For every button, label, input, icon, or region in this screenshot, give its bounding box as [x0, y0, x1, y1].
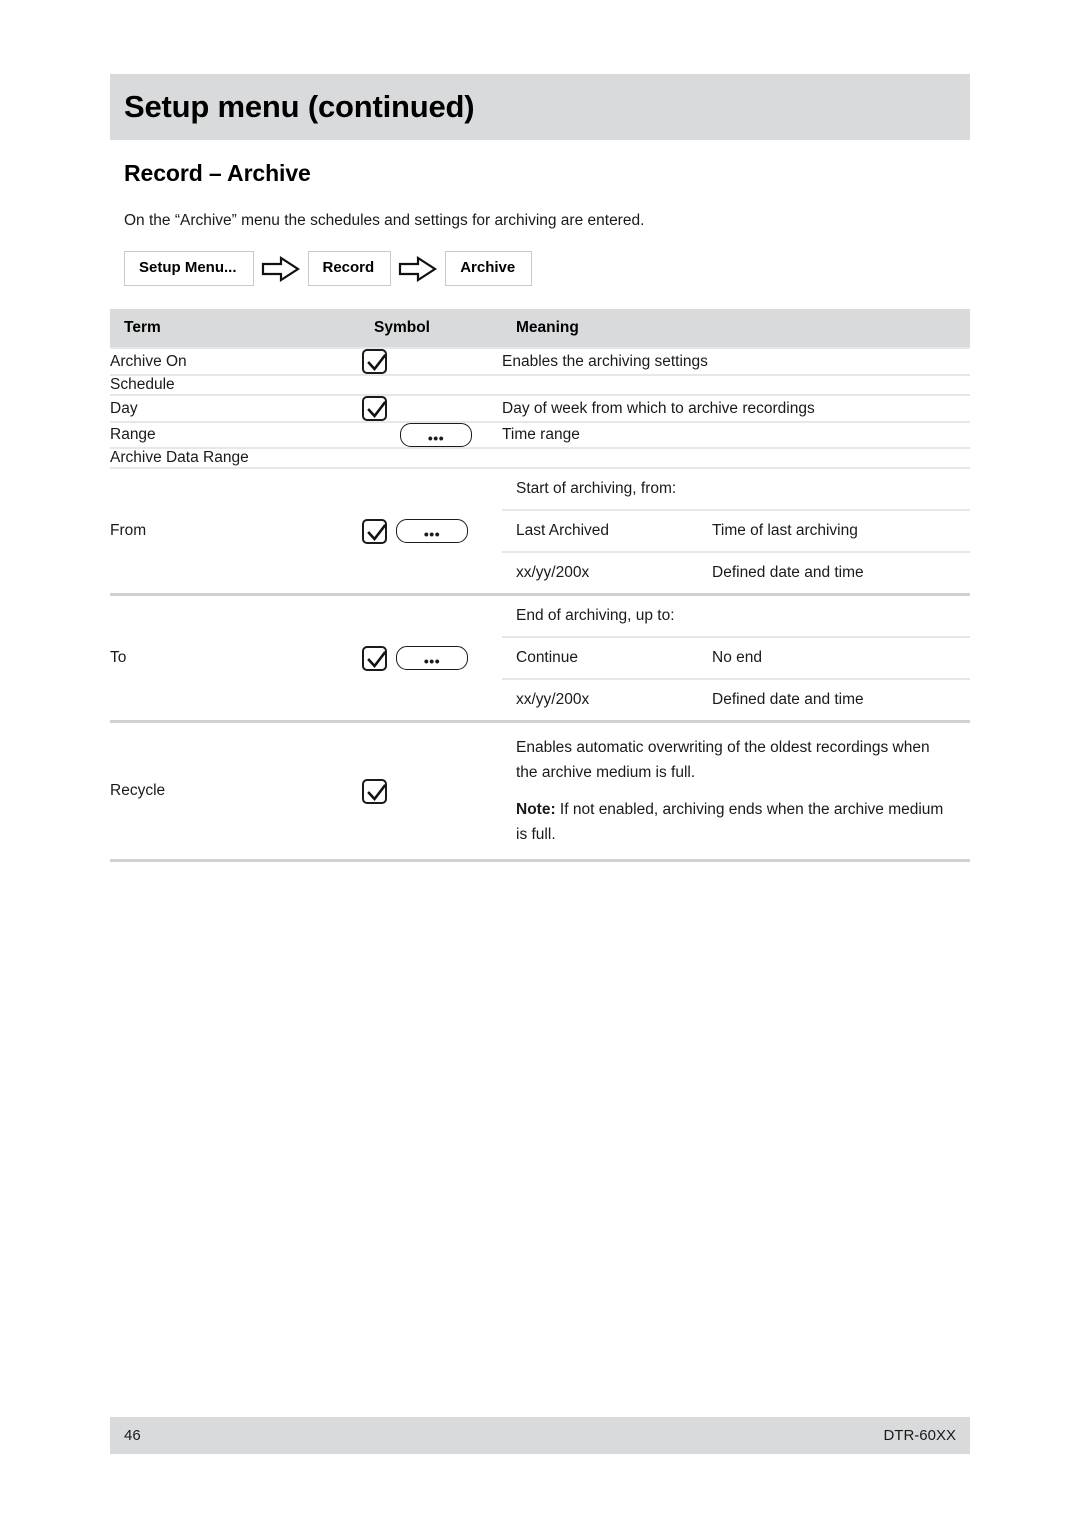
model-identifier: DTR-60XX [883, 1427, 956, 1444]
row-symbol: ••• [360, 422, 502, 449]
table-row: Schedule [110, 375, 970, 396]
subrow-value: End of archiving, up to: [502, 596, 971, 638]
row-symbol [360, 721, 502, 862]
row-symbol [360, 448, 502, 469]
column-header-term: Term [110, 309, 360, 349]
table-header-row: Term Symbol Meaning [110, 309, 970, 349]
row-term: Schedule [110, 375, 360, 396]
page-title: Setup menu (continued) [124, 89, 475, 124]
checkbox-checked-icon [362, 349, 387, 374]
subtable-row: xx/yy/200x Defined date and time [502, 552, 970, 593]
note-text: If not enabled, archiving ends when the … [516, 801, 944, 843]
checkbox-checked-icon [362, 645, 387, 671]
section-heading: Record – Archive [124, 160, 311, 186]
ellipsis-button-icon: ••• [396, 519, 468, 543]
row-meaning: End of archiving, up to: Continue No end… [502, 594, 971, 723]
subrow-value: xx/yy/200x [516, 691, 590, 708]
column-header-symbol: Symbol [360, 309, 502, 349]
row-symbol [360, 348, 502, 376]
settings-table: Term Symbol Meaning Archive On Enables t… [110, 309, 971, 862]
table-row: Day Day of week from which to archive re… [110, 395, 970, 423]
page-footer: 46 DTR-60XX [110, 1417, 970, 1454]
subrow-desc: Defined date and time [712, 564, 864, 581]
checkbox-checked-icon [362, 396, 387, 421]
checkbox-checked-icon [362, 778, 387, 804]
row-term: To [110, 594, 360, 723]
row-meaning: Day of week from which to archive record… [502, 395, 970, 423]
ellipsis-label: ••• [427, 430, 445, 446]
row-meaning: Start of archiving, from: Last Archived … [502, 468, 971, 596]
row-term: Range [110, 422, 360, 449]
meaning-note-paragraph: Note: If not enabled, archiving ends whe… [516, 797, 952, 847]
meaning-text-block: Enables automatic overwriting of the old… [502, 723, 970, 859]
row-term: Day [110, 395, 360, 423]
table-row: Recycle Enables automatic overwriting of… [110, 721, 970, 862]
subtable-row: End of archiving, up to: [502, 596, 971, 638]
row-term: Archive On [110, 348, 360, 376]
row-meaning: Enables automatic overwriting of the old… [502, 721, 970, 862]
right-arrow-icon [254, 252, 308, 286]
table-row: Range ••• Time range [110, 422, 970, 449]
row-symbol: ••• [360, 468, 502, 596]
subrow-desc: Defined date and time [712, 691, 864, 708]
page-header-band: Setup menu (continued) [110, 74, 970, 140]
page-number: 46 [124, 1427, 141, 1444]
subrow-value: Last Archived [502, 510, 698, 553]
subtable-row: Continue No end [502, 637, 971, 680]
section-intro-text: On the “Archive” menu the schedules and … [124, 212, 645, 229]
breadcrumb-item-archive[interactable]: Archive [445, 251, 533, 286]
row-meaning [502, 448, 970, 469]
breadcrumb-item-setup-menu[interactable]: Setup Menu... [124, 251, 254, 286]
subtable-row: Last Archived Time of last archiving [502, 510, 971, 553]
checkbox-checked-icon [362, 518, 387, 544]
row-symbol: ••• [360, 594, 502, 723]
subrow-value: Start of archiving, from: [502, 469, 971, 511]
ellipsis-button-icon: ••• [400, 423, 472, 447]
row-symbol [360, 395, 502, 423]
row-meaning [502, 375, 970, 396]
note-label: Note: [516, 801, 556, 818]
right-arrow-icon [391, 252, 445, 286]
meaning-subtable: Start of archiving, from: Last Archived … [502, 469, 971, 593]
breadcrumb: Setup Menu... Record Archive [124, 251, 533, 286]
meaning-subtable: End of archiving, up to: Continue No end… [502, 596, 971, 720]
subrow-desc: Time of last archiving [698, 510, 971, 553]
table-row: To ••• End of archiving, up to: Continue… [110, 594, 971, 723]
row-term: From [110, 468, 360, 596]
document-page: Setup menu (continued) Record – Archive … [110, 0, 971, 1532]
subrow-value: Continue [502, 637, 698, 680]
row-term: Recycle [110, 721, 360, 862]
table-row: Archive On Enables the archiving setting… [110, 348, 970, 376]
row-meaning: Time range [502, 422, 970, 449]
row-meaning: Enables the archiving settings [502, 348, 970, 376]
table-row: Archive Data Range [110, 448, 970, 469]
breadcrumb-item-record[interactable]: Record [307, 251, 392, 286]
ellipsis-button-icon: ••• [396, 646, 468, 670]
subtable-row: xx/yy/200x Defined date and time [502, 679, 970, 720]
row-symbol [360, 375, 502, 396]
row-term: Archive Data Range [110, 448, 360, 469]
meaning-paragraph: Enables automatic overwriting of the old… [516, 739, 930, 781]
table-row: From ••• Start of archiving, from: Last … [110, 468, 971, 596]
subrow-value: xx/yy/200x [516, 564, 590, 581]
ellipsis-label: ••• [423, 526, 441, 542]
subtable-row: Start of archiving, from: [502, 469, 971, 511]
ellipsis-label: ••• [423, 653, 441, 669]
column-header-meaning: Meaning [502, 309, 970, 349]
subrow-desc: No end [698, 637, 971, 680]
